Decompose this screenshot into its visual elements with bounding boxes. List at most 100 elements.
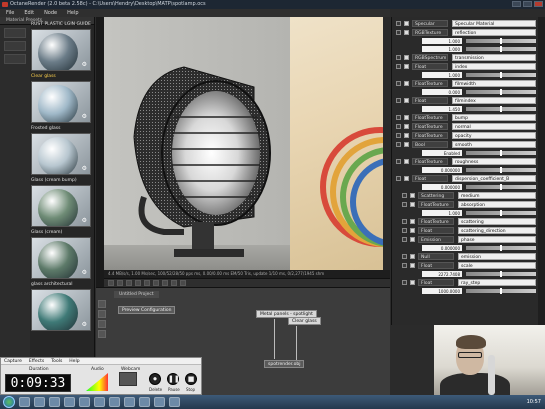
value-field[interactable]: 1.450 [422,105,462,112]
node-name-field[interactable]: emission [458,252,536,260]
node-name-field[interactable]: reflection [452,28,536,36]
expand-icon[interactable] [396,132,401,138]
audio-level-icon[interactable] [86,373,108,391]
node-name-field[interactable]: scattering [458,217,536,225]
expand-icon[interactable] [396,80,401,86]
render-viewport[interactable] [104,17,390,270]
material-thumbnail[interactable]: ⚙ [31,29,91,71]
value-field[interactable]: 0.000000 [422,166,462,173]
inspector-value-row[interactable]: 1.000 [392,45,545,52]
value-slider[interactable] [466,270,536,277]
menu-item-edit[interactable]: Edit [24,9,34,17]
inspector-value-row[interactable]: 1000.0000 [392,287,545,294]
value-slider[interactable] [466,244,536,251]
taskbar-app-icon[interactable] [79,397,90,407]
material-thumbnail[interactable]: ⚙ [31,237,91,279]
taskbar-app-icon[interactable] [124,397,135,407]
expand-icon[interactable] [402,227,407,233]
checkbox[interactable] [404,175,409,181]
node-output[interactable]: spotrender.obj [264,360,305,368]
value-field[interactable]: 1.000 [422,71,462,78]
node-name-field[interactable]: scattering_direction [458,226,536,234]
inspector-node-row[interactable]: FloatTexture normal [392,122,545,130]
capture-menu-item[interactable]: Tools [51,358,62,364]
maximize-button[interactable] [523,1,532,7]
node-type-dropdown[interactable]: Float [412,174,448,182]
gear-icon[interactable]: ⚙ [82,61,87,68]
expand-icon[interactable] [396,97,401,103]
inspector-scrollbar[interactable] [538,17,545,325]
tool-icon[interactable] [98,320,106,328]
node-name-field[interactable]: normal [452,122,536,130]
value-slider[interactable] [466,71,536,78]
inspector-value-row[interactable]: 1.450 [392,105,545,112]
node-type-dropdown[interactable]: Emission [418,235,454,243]
node-type-dropdown[interactable]: Float [412,96,448,104]
taskbar-app-icon[interactable] [154,397,165,407]
node-type-dropdown[interactable]: FloatTexture [418,217,454,225]
node-type-dropdown[interactable]: Float [418,261,454,269]
checkbox[interactable] [410,262,415,268]
value-field[interactable]: 0.000000 [422,244,462,251]
gear-icon[interactable]: ⚙ [82,165,87,172]
value-field[interactable]: 1.000 [422,45,462,52]
expand-icon[interactable] [402,218,407,224]
minimize-button[interactable] [512,1,521,7]
value-field[interactable]: Enabled [422,149,462,156]
expand-icon[interactable] [402,262,407,268]
inspector-node-row[interactable]: Specular Specular Material [392,19,545,27]
node-type-dropdown[interactable]: FloatTexture [412,131,448,139]
menu-item-file[interactable]: File [6,9,14,17]
gear-icon[interactable]: ⚙ [82,321,87,328]
tool-icon[interactable] [98,310,106,318]
node-type-dropdown[interactable]: Scattering [418,191,454,199]
taskbar-app-icon[interactable] [109,397,120,407]
tool-icon[interactable] [162,280,168,286]
inspector-node-row[interactable]: Float scale [392,261,545,269]
node-clear-glass[interactable]: Clear glass [288,317,321,325]
checkbox[interactable] [404,63,409,69]
expand-icon[interactable] [402,253,407,259]
taskbar-app-icon[interactable] [64,397,75,407]
pause-icon[interactable]: ❚❚ [167,373,180,385]
node-type-dropdown[interactable]: Float [418,226,454,234]
expand-icon[interactable] [396,141,401,147]
taskbar-app-icon[interactable] [34,397,45,407]
expand-icon[interactable] [402,192,407,198]
tool-icon[interactable] [171,280,177,286]
node-name-field[interactable]: filmwidth [452,79,536,87]
node-name-field[interactable]: Specular Material [452,19,536,27]
node-name-field[interactable]: phase [458,235,536,243]
inspector-value-row[interactable]: 2272.7408 [392,270,545,277]
node-name-field[interactable]: smooth [452,140,536,148]
value-field[interactable]: 0.000000 [422,183,462,190]
checkbox[interactable] [410,279,415,285]
node-type-dropdown[interactable]: Specular [412,19,448,27]
node-name-field[interactable]: ray_step [458,278,536,286]
node-name-field[interactable]: dispersion_coefficient_B [452,174,536,182]
expand-icon[interactable] [402,201,407,207]
checkbox[interactable] [404,80,409,86]
taskbar-app-icon[interactable] [139,397,150,407]
value-slider[interactable] [466,209,536,216]
node-name-field[interactable]: filmindex [452,96,536,104]
node-name-field[interactable]: index [452,62,536,70]
node-type-dropdown[interactable]: FloatTexture [412,79,448,87]
checkbox[interactable] [404,114,409,120]
node-type-dropdown[interactable]: FloatTexture [412,122,448,130]
tool-icon[interactable] [108,280,114,286]
value-slider[interactable] [466,287,536,294]
checkbox[interactable] [410,192,415,198]
node-type-dropdown[interactable]: Bool [412,140,448,148]
node-type-dropdown[interactable]: Float [412,62,448,70]
node-name-field[interactable]: medium [458,191,536,199]
tool-icon[interactable] [126,280,132,286]
expand-icon[interactable] [396,114,401,120]
inspector-node-row[interactable]: FloatTexture roughness [392,157,545,165]
expand-icon[interactable] [402,236,407,242]
value-slider[interactable] [466,105,536,112]
taskbar-app-icon[interactable] [94,397,105,407]
value-slider[interactable] [466,166,536,173]
checkbox[interactable] [404,123,409,129]
checkbox[interactable] [410,253,415,259]
